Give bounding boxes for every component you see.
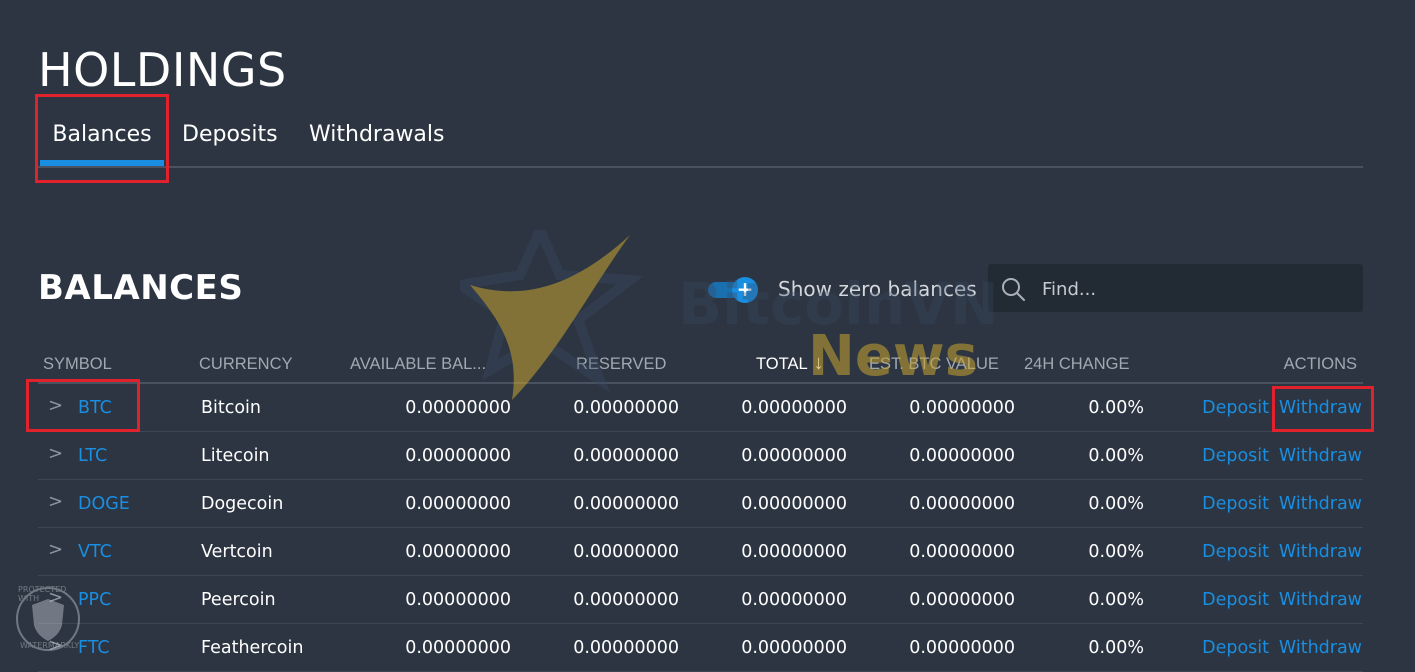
- reserved-balance: 0.00000000: [573, 590, 679, 610]
- available-balance: 0.00000000: [405, 398, 511, 418]
- total-balance: 0.00000000: [741, 638, 847, 658]
- search-icon: [1002, 278, 1025, 301]
- deposit-link[interactable]: Deposit: [1202, 444, 1269, 468]
- total-balance: 0.00000000: [741, 590, 847, 610]
- withdraw-link[interactable]: Withdraw: [1279, 540, 1362, 564]
- currency-name: Feathercoin: [201, 638, 304, 658]
- btc-value: 0.00000000: [909, 542, 1015, 562]
- table-row: > VTC Vertcoin 0.00000000 0.00000000 0.0…: [38, 528, 1363, 576]
- btc-value: 0.00000000: [909, 494, 1015, 514]
- table-row: > FTC Feathercoin 0.00000000 0.00000000 …: [38, 624, 1363, 672]
- symbol-link[interactable]: PPC: [78, 588, 111, 612]
- table-row: > DOGE Dogecoin 0.00000000 0.00000000 0.…: [38, 480, 1363, 528]
- chevron-right-icon[interactable]: >: [48, 491, 63, 512]
- balances-section-title: BALANCES: [38, 268, 244, 308]
- table-row: > PPC Peercoin 0.00000000 0.00000000 0.0…: [38, 576, 1363, 624]
- col-total-label: TOTAL: [756, 355, 808, 373]
- deposit-link[interactable]: Deposit: [1202, 636, 1269, 660]
- table-header: SYMBOL CURRENCY AVAILABLE BAL... RESERVE…: [38, 345, 1363, 384]
- symbol-link[interactable]: LTC: [78, 444, 107, 468]
- chevron-right-icon[interactable]: >: [48, 635, 63, 656]
- arrow-down-icon: ↓: [813, 352, 824, 374]
- col-btc-value[interactable]: EST. BTC VALUE: [869, 355, 999, 374]
- btc-value: 0.00000000: [909, 398, 1015, 418]
- tab-deposits[interactable]: Deposits: [182, 108, 278, 164]
- col-total[interactable]: TOTAL ↓: [756, 352, 824, 374]
- symbol-link[interactable]: BTC: [78, 396, 112, 420]
- table-row: > BTC Bitcoin 0.00000000 0.00000000 0.00…: [38, 384, 1363, 432]
- deposit-link[interactable]: Deposit: [1202, 492, 1269, 516]
- chevron-right-icon[interactable]: >: [48, 395, 63, 416]
- deposit-link[interactable]: Deposit: [1202, 396, 1269, 420]
- col-actions: ACTIONS: [1283, 355, 1357, 373]
- total-balance: 0.00000000: [741, 446, 847, 466]
- change-24h: 0.00%: [1088, 638, 1144, 658]
- reserved-balance: 0.00000000: [573, 446, 679, 466]
- search-box: [988, 264, 1363, 312]
- total-balance: 0.00000000: [741, 398, 847, 418]
- tab-balances[interactable]: Balances: [40, 108, 164, 166]
- change-24h: 0.00%: [1088, 398, 1144, 418]
- available-balance: 0.00000000: [405, 590, 511, 610]
- total-balance: 0.00000000: [741, 542, 847, 562]
- withdraw-link[interactable]: Withdraw: [1279, 588, 1362, 612]
- show-zero-balances-label: Show zero balances: [778, 277, 977, 301]
- col-currency[interactable]: CURRENCY: [199, 355, 293, 374]
- reserved-balance: 0.00000000: [573, 494, 679, 514]
- show-zero-balances-toggle[interactable]: +: [708, 277, 760, 303]
- reserved-balance: 0.00000000: [573, 542, 679, 562]
- table-row: > LTC Litecoin 0.00000000 0.00000000 0.0…: [38, 432, 1363, 480]
- col-reserved[interactable]: RESERVED: [576, 355, 666, 374]
- balances-table: SYMBOL CURRENCY AVAILABLE BAL... RESERVE…: [38, 345, 1363, 672]
- symbol-link[interactable]: VTC: [78, 540, 112, 564]
- withdraw-link[interactable]: Withdraw: [1279, 444, 1362, 468]
- available-balance: 0.00000000: [405, 494, 511, 514]
- col-symbol[interactable]: SYMBOL: [43, 355, 112, 374]
- reserved-balance: 0.00000000: [573, 638, 679, 658]
- total-balance: 0.00000000: [741, 494, 847, 514]
- withdraw-link[interactable]: Withdraw: [1279, 492, 1362, 516]
- change-24h: 0.00%: [1088, 542, 1144, 562]
- available-balance: 0.00000000: [405, 446, 511, 466]
- holdings-tabs: Balances Deposits Withdrawals: [38, 108, 1363, 168]
- change-24h: 0.00%: [1088, 446, 1144, 466]
- btc-value: 0.00000000: [909, 638, 1015, 658]
- symbol-link[interactable]: DOGE: [78, 492, 130, 516]
- deposit-link[interactable]: Deposit: [1202, 588, 1269, 612]
- chevron-right-icon[interactable]: >: [48, 539, 63, 560]
- currency-name: Vertcoin: [201, 542, 273, 562]
- col-available[interactable]: AVAILABLE BAL...: [350, 355, 486, 374]
- currency-name: Bitcoin: [201, 398, 262, 418]
- withdraw-link[interactable]: Withdraw: [1279, 636, 1362, 660]
- available-balance: 0.00000000: [405, 638, 511, 658]
- reserved-balance: 0.00000000: [573, 398, 679, 418]
- page-title: HOLDINGS: [38, 43, 287, 97]
- tab-withdrawals[interactable]: Withdrawals: [309, 108, 445, 164]
- change-24h: 0.00%: [1088, 494, 1144, 514]
- btc-value: 0.00000000: [909, 590, 1015, 610]
- search-input[interactable]: [1040, 273, 1354, 305]
- deposit-link[interactable]: Deposit: [1202, 540, 1269, 564]
- withdraw-link[interactable]: Withdraw: [1279, 396, 1362, 420]
- col-24h-change[interactable]: 24H CHANGE: [1024, 355, 1129, 374]
- symbol-link[interactable]: FTC: [78, 636, 110, 660]
- btc-value: 0.00000000: [909, 446, 1015, 466]
- currency-name: Peercoin: [201, 590, 276, 610]
- chevron-right-icon[interactable]: >: [48, 443, 63, 464]
- chevron-right-icon[interactable]: >: [48, 587, 63, 608]
- available-balance: 0.00000000: [405, 542, 511, 562]
- currency-name: Litecoin: [201, 446, 270, 466]
- currency-name: Dogecoin: [201, 494, 284, 514]
- change-24h: 0.00%: [1088, 590, 1144, 610]
- plus-icon: +: [732, 277, 758, 303]
